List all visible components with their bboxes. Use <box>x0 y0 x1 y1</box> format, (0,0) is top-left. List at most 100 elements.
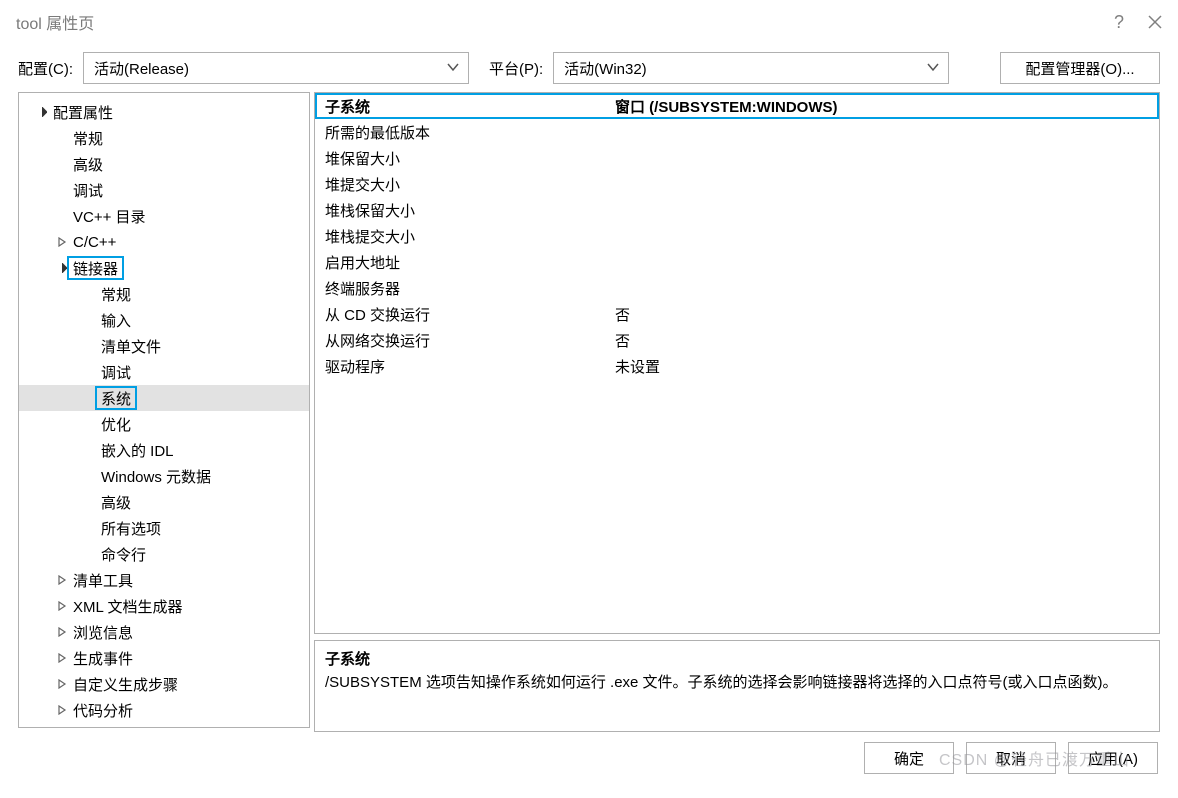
property-grid[interactable]: 子系统窗口 (/SUBSYSTEM:WINDOWS)所需的最低版本堆保留大小堆提… <box>314 92 1160 634</box>
expand-icon[interactable] <box>55 705 69 715</box>
tree-item-label: 高级 <box>73 154 103 175</box>
property-row[interactable]: 启用大地址 <box>315 249 1159 275</box>
property-name: 堆栈保留大小 <box>315 200 611 221</box>
platform-label: 平台(P): <box>489 58 543 79</box>
titlebar: tool 属性页 ? <box>0 0 1178 44</box>
expand-icon[interactable] <box>55 627 69 637</box>
tree-item-label: 高级 <box>101 492 131 513</box>
expand-icon[interactable] <box>55 575 69 585</box>
tree-item-label: 输入 <box>101 310 131 331</box>
property-name: 子系统 <box>315 96 611 117</box>
cancel-button[interactable]: 取消 <box>966 742 1056 774</box>
tree-item[interactable]: 系统 <box>19 385 309 411</box>
property-row[interactable]: 终端服务器 <box>315 275 1159 301</box>
tree-item[interactable]: 嵌入的 IDL <box>19 437 309 463</box>
tree-item[interactable]: 生成事件 <box>19 645 309 671</box>
tree-item[interactable]: XML 文档生成器 <box>19 593 309 619</box>
expand-icon[interactable] <box>55 653 69 663</box>
description-body: /SUBSYSTEM 选项告知操作系统如何运行 .exe 文件。子系统的选择会影… <box>325 672 1149 695</box>
description-title: 子系统 <box>325 649 1149 672</box>
tree-item[interactable]: 清单文件 <box>19 333 309 359</box>
tree-item-label: 嵌入的 IDL <box>101 440 174 461</box>
tree-item[interactable]: 常规 <box>19 125 309 151</box>
property-row[interactable]: 子系统窗口 (/SUBSYSTEM:WINDOWS) <box>315 93 1159 119</box>
tree-item-label: 常规 <box>101 284 131 305</box>
config-combo[interactable]: 活动(Release) <box>83 52 469 84</box>
property-row[interactable]: 堆栈保留大小 <box>315 197 1159 223</box>
property-row[interactable]: 所需的最低版本 <box>315 119 1159 145</box>
tree-item-label: 清单工具 <box>73 570 133 591</box>
tree-item[interactable]: C/C++ <box>19 229 309 255</box>
tree-item[interactable]: 浏览信息 <box>19 619 309 645</box>
tree-item[interactable]: 输入 <box>19 307 309 333</box>
tree-item-label: 清单文件 <box>101 336 161 357</box>
property-row[interactable]: 堆保留大小 <box>315 145 1159 171</box>
tree-item[interactable]: 代码分析 <box>19 697 309 723</box>
expand-icon[interactable] <box>55 601 69 611</box>
property-name: 从 CD 交换运行 <box>315 304 611 325</box>
tree-item-label: Windows 元数据 <box>101 466 211 487</box>
property-name: 堆提交大小 <box>315 174 611 195</box>
expand-icon[interactable] <box>35 107 49 117</box>
tree-item[interactable]: 高级 <box>19 489 309 515</box>
chevron-down-icon <box>446 60 460 78</box>
tree-item-label: 浏览信息 <box>73 622 133 643</box>
tree-item[interactable]: 配置属性 <box>19 99 309 125</box>
tree-item-label: 调试 <box>101 362 131 383</box>
tree-item-label: 调试 <box>73 180 103 201</box>
property-name: 从网络交换运行 <box>315 330 611 351</box>
ok-button[interactable]: 确定 <box>864 742 954 774</box>
tree-item[interactable]: Windows 元数据 <box>19 463 309 489</box>
tree-item[interactable]: 链接器 <box>19 255 309 281</box>
chevron-down-icon <box>926 60 940 78</box>
tree-item-label: XML 文档生成器 <box>73 596 182 617</box>
tree-item[interactable]: VC++ 目录 <box>19 203 309 229</box>
tree-item[interactable]: 清单工具 <box>19 567 309 593</box>
tree-item-label: 代码分析 <box>73 700 133 721</box>
tree-item-label: 优化 <box>101 414 131 435</box>
property-row[interactable]: 从网络交换运行否 <box>315 327 1159 353</box>
property-name: 启用大地址 <box>315 252 611 273</box>
window-title: tool 属性页 <box>16 10 1114 34</box>
tree-item-label: 常规 <box>73 128 103 149</box>
description-box: 子系统 /SUBSYSTEM 选项告知操作系统如何运行 .exe 文件。子系统的… <box>314 640 1160 732</box>
property-row[interactable]: 从 CD 交换运行否 <box>315 301 1159 327</box>
tree-item[interactable]: 优化 <box>19 411 309 437</box>
tree-item-label: VC++ 目录 <box>73 206 146 227</box>
tree-item[interactable]: 调试 <box>19 359 309 385</box>
tree-panel[interactable]: 配置属性常规高级调试VC++ 目录C/C++链接器常规输入清单文件调试系统优化嵌… <box>18 92 310 728</box>
apply-button[interactable]: 应用(A) <box>1068 742 1158 774</box>
property-value[interactable]: 否 <box>611 330 1159 351</box>
footer: 确定 取消 应用(A) CSDN @轻舟已渡万重山 <box>0 732 1178 784</box>
tree-item[interactable]: 常规 <box>19 281 309 307</box>
property-value[interactable]: 未设置 <box>611 356 1159 377</box>
property-row[interactable]: 驱动程序未设置 <box>315 353 1159 379</box>
property-row[interactable]: 堆提交大小 <box>315 171 1159 197</box>
tree-item-label: C/C++ <box>73 234 116 251</box>
tree-item-label: 生成事件 <box>73 648 133 669</box>
tree-item-label: 自定义生成步骤 <box>73 674 178 695</box>
platform-value: 活动(Win32) <box>564 58 647 79</box>
toolbar: 配置(C): 活动(Release) 平台(P): 活动(Win32) 配置管理… <box>0 44 1178 92</box>
property-name: 堆栈提交大小 <box>315 226 611 247</box>
expand-icon[interactable] <box>55 237 69 247</box>
expand-icon[interactable] <box>55 679 69 689</box>
help-icon[interactable]: ? <box>1114 12 1124 33</box>
close-icon[interactable] <box>1148 15 1162 29</box>
tree-item-label: 系统 <box>101 388 131 409</box>
tree-item[interactable]: 命令行 <box>19 541 309 567</box>
tree-item[interactable]: 调试 <box>19 177 309 203</box>
tree-item-label: 配置属性 <box>53 102 113 123</box>
property-row[interactable]: 堆栈提交大小 <box>315 223 1159 249</box>
property-value[interactable]: 否 <box>611 304 1159 325</box>
config-manager-button[interactable]: 配置管理器(O)... <box>1000 52 1160 84</box>
platform-combo[interactable]: 活动(Win32) <box>553 52 949 84</box>
tree-item[interactable]: 自定义生成步骤 <box>19 671 309 697</box>
property-name: 终端服务器 <box>315 278 611 299</box>
tree-item-label: 链接器 <box>73 258 118 279</box>
property-value[interactable]: 窗口 (/SUBSYSTEM:WINDOWS) <box>611 96 1159 117</box>
property-name: 所需的最低版本 <box>315 122 611 143</box>
tree-item[interactable]: 高级 <box>19 151 309 177</box>
tree-item[interactable]: 所有选项 <box>19 515 309 541</box>
property-name: 驱动程序 <box>315 356 611 377</box>
